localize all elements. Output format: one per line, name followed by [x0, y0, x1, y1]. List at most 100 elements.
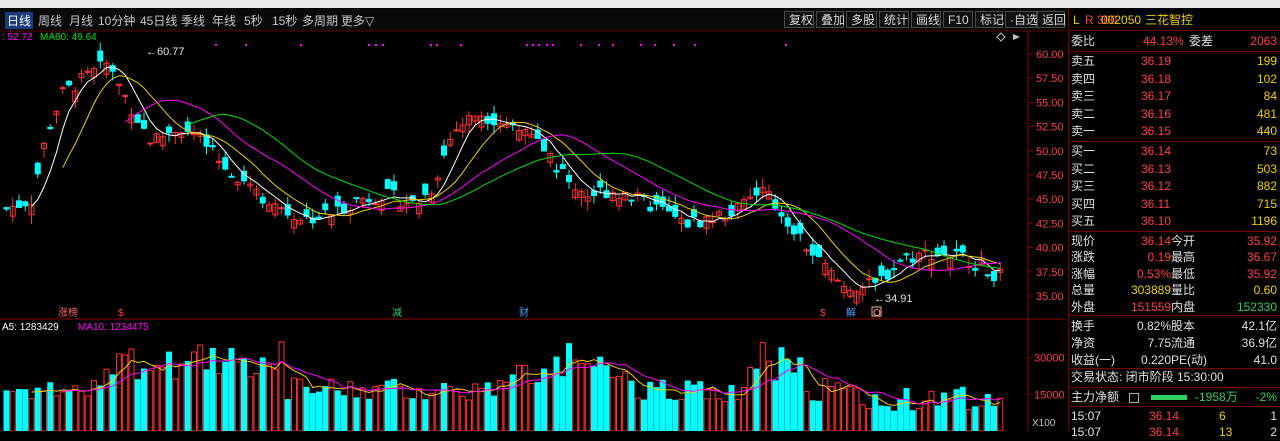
volume-bar [591, 366, 597, 431]
stat-value: 0.19 [1147, 250, 1171, 265]
candle-body [209, 145, 216, 148]
volume-bar [216, 373, 222, 431]
volume-bar [678, 398, 685, 431]
candle-body [353, 197, 360, 200]
kline-chart[interactable]: 60.00 57.50 55.00 52.50 50.00 47.50 45.00 42.50… [0, 31, 1066, 431]
volume-bar [153, 364, 160, 431]
panel-separator [1069, 141, 1280, 142]
volume-bar [972, 406, 979, 431]
tool-button-7[interactable]: ·自选 [1005, 11, 1038, 28]
volume-bar [147, 370, 154, 431]
volume-bar [934, 405, 941, 431]
period-3[interactable]: 10分钟 [98, 12, 135, 29]
tool-button-5[interactable]: F10 [943, 11, 973, 28]
period-6[interactable]: 年线 [212, 12, 236, 29]
signal-dot [460, 44, 462, 46]
candle-body [322, 203, 329, 211]
vol-unit-label: X100 [1032, 418, 1056, 429]
bid-row: 买二 36.13 503 [1069, 161, 1280, 178]
candle-body [878, 265, 885, 277]
period-9[interactable]: 多周期 [302, 12, 338, 29]
stat-value-2: 152330 [1236, 299, 1277, 314]
ask-row: 卖三 36.17 84 [1069, 88, 1280, 105]
tool-button-8[interactable]: 返回 [1037, 11, 1066, 28]
signal-dot [673, 44, 675, 46]
candle-body [366, 199, 372, 203]
tool-button-4[interactable]: 画线 [911, 11, 941, 28]
candle-body [753, 187, 760, 196]
candle-body [134, 114, 141, 123]
volume-bar [116, 353, 122, 431]
volume-bar [309, 393, 316, 431]
volume-bar [272, 368, 279, 431]
volume-bar [184, 361, 191, 431]
period-1[interactable]: 周线 [38, 12, 62, 29]
bid-price: 36.14 [1141, 144, 1172, 158]
candle-body [959, 245, 966, 253]
stat-row: 涨跌 0.19 最高 36.67 [1069, 249, 1280, 266]
period-0[interactable]: 日线 [5, 12, 34, 29]
candle-body [122, 94, 129, 97]
candle-body [672, 204, 679, 217]
signal-dot [300, 44, 302, 46]
candle-body [791, 225, 797, 235]
candle-body [541, 138, 547, 152]
tool-button-2[interactable]: 多股 [846, 11, 877, 28]
period-4[interactable]: 45日线 [140, 12, 177, 29]
event-tag-6: O [873, 308, 881, 319]
volume-bar [197, 344, 204, 431]
volume-bar [703, 398, 710, 431]
bid-price: 36.11 [1141, 196, 1171, 211]
price-axis-label: 35.00 [1036, 291, 1064, 303]
ma5-line [31, 66, 1001, 288]
candle-body [191, 133, 197, 136]
volume-bar [28, 398, 35, 431]
main-flow-toggle-icon[interactable] [1129, 393, 1139, 403]
tool-button-6[interactable]: 标记 [975, 11, 1004, 28]
tool-button-3[interactable]: 统计 [879, 11, 909, 28]
bid-volume: 715 [1256, 196, 1277, 211]
tool-button-1[interactable]: 叠加 [816, 11, 845, 28]
candle-body [422, 183, 429, 195]
period-2[interactable]: 月线 [69, 12, 93, 29]
play-icon[interactable] [1013, 34, 1020, 40]
signal-dot [436, 44, 438, 46]
event-tag-3: 财 [519, 306, 529, 319]
candle-body [628, 199, 635, 202]
volume-bar [503, 381, 510, 431]
period-8[interactable]: 15秒 [272, 12, 297, 29]
volume-bar [884, 406, 891, 431]
volume-bar [234, 361, 241, 431]
bid-price: 36.10 [1141, 214, 1172, 229]
period-10[interactable]: 更多▽ [341, 12, 374, 29]
period-5[interactable]: 季线 [181, 12, 205, 29]
vol-legend-ma10: MA10: 1234475 [78, 322, 149, 333]
tick-time: 15:07 [1071, 409, 1102, 423]
volume-bar [422, 399, 429, 431]
fund-label-2: PE(动) [1171, 353, 1208, 367]
bid-row: 买五 36.10 1196 [1069, 213, 1280, 230]
volume-bar [909, 410, 916, 431]
main-flow-pct: -2% [1255, 390, 1277, 404]
panel-separator [1069, 231, 1280, 232]
ask-row: 卖五 36.19 199 [1069, 53, 1280, 70]
volume-bar [872, 394, 879, 431]
fund-label-2: 流通 [1171, 336, 1196, 350]
diamond-icon[interactable] [996, 32, 1006, 42]
candle-body [391, 181, 397, 191]
signal-dot [382, 44, 384, 46]
volume-bar [259, 357, 266, 431]
volume-bar [428, 393, 435, 431]
low-annotation: ←34.91 [874, 293, 913, 305]
tick-row: 15:07 36.14 6 1 [1069, 408, 1280, 425]
signal-dot [375, 44, 377, 46]
volume-bar [297, 378, 304, 431]
tool-button-0[interactable]: 复权 [784, 11, 814, 28]
volume-bar [716, 398, 722, 431]
event-tag-4: $ [820, 308, 826, 319]
fund-label: 收益(一) [1071, 353, 1115, 367]
period-7[interactable]: 5秒 [244, 12, 263, 29]
vol-ma10-line [62, 357, 1001, 405]
stat-label-2: 内盘 [1171, 299, 1196, 314]
volume-bar [334, 390, 341, 431]
